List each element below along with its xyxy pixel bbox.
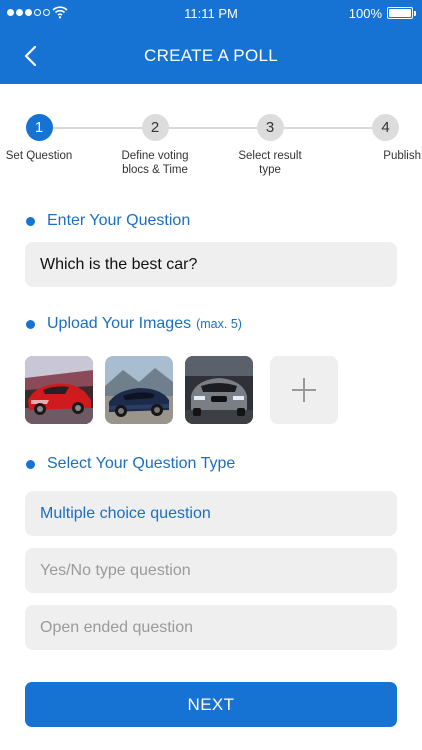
step-define-voting[interactable]: 2 Define voting blocs & Time [95,114,215,177]
option-label: Multiple choice question [40,504,211,522]
step-number: 3 [256,114,284,141]
images-heading: Upload Your Images (max. 5) [26,315,242,333]
question-input[interactable]: Which is the best car? [25,242,397,287]
bullet-dot-icon [26,459,35,469]
battery-icon [387,7,416,19]
question-type-option-open-ended[interactable]: Open ended question [25,605,397,650]
question-type-heading: Select Your Question Type [26,455,235,473]
bullet-dot-icon [26,319,35,329]
step-number: 1 [25,114,53,141]
battery-percentage: 100% [348,6,382,21]
app-header: 11:11 PM 100% CREATE A POLL [0,0,422,84]
step-label: Define voting blocs & Time [121,150,189,176]
step-label: Publish [383,150,421,162]
question-heading-text: Enter Your Question [47,212,191,229]
images-heading-text: Upload Your Images [47,315,192,332]
image-thumbnail-red-car[interactable] [25,356,93,424]
option-label: Yes/No type question [40,561,191,579]
status-bar: 11:11 PM 100% [0,0,422,28]
question-heading: Enter Your Question [26,212,190,230]
question-type-heading-text: Select Your Question Type [47,455,236,472]
option-label: Open ended question [40,618,194,636]
add-image-button[interactable] [270,356,338,424]
step-label: Set Question [5,150,73,162]
step-number: 4 [372,114,399,141]
page-title: CREATE A POLL [144,46,278,65]
step-set-question[interactable]: 1 Set Question [0,114,99,163]
image-thumbnail-grey-sedan[interactable] [185,356,253,424]
images-limit-note: (max. 5) [196,317,242,331]
image-thumbnail-blue-hypercar[interactable] [105,356,173,424]
question-input-value: Which is the best car? [40,255,198,273]
question-type-option-multiple-choice[interactable]: Multiple choice question [25,491,397,536]
step-publish[interactable]: 4 Publish [301,114,421,163]
step-number: 2 [141,114,169,141]
bullet-dot-icon [26,216,35,226]
next-button[interactable]: NEXT [25,682,397,727]
question-type-option-yes-no[interactable]: Yes/No type question [25,548,397,593]
plus-icon-vertical [303,378,305,402]
